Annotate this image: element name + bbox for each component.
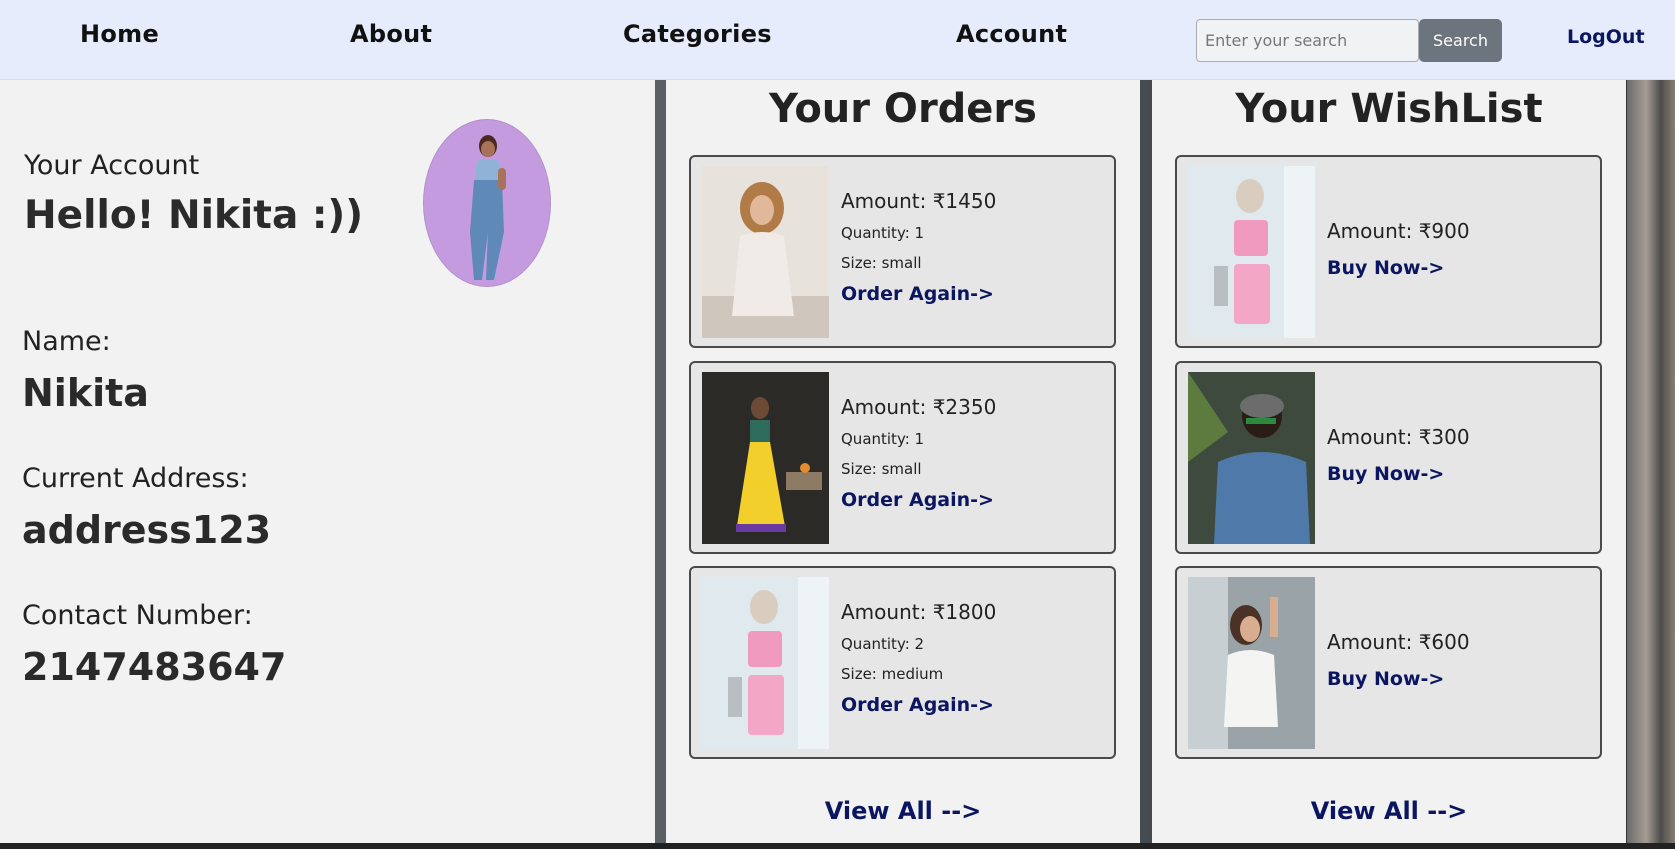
- order-size: Size: small: [841, 460, 922, 478]
- order-amount: Amount: ₹2350: [841, 395, 997, 419]
- order-product-image[interactable]: [702, 577, 829, 749]
- contact-label: Contact Number:: [22, 600, 253, 631]
- orders-panel: Your Orders Amount: ₹1450 Quantity: 1 Si…: [666, 80, 1140, 844]
- order-product-image[interactable]: [702, 166, 829, 338]
- wishlist-amount: Amount: ₹300: [1327, 425, 1470, 449]
- wishlist-card: Amount: ₹300 Buy Now->: [1175, 361, 1602, 554]
- order-quantity: Quantity: 1: [841, 224, 925, 242]
- navbar: Home About Categories Account Search Log…: [0, 0, 1675, 80]
- account-greeting: Hello! Nikita :)): [24, 193, 364, 238]
- order-size: Size: medium: [841, 665, 944, 683]
- wishlist-title: Your WishList: [1235, 86, 1543, 132]
- wishlist-product-image[interactable]: [1188, 372, 1315, 544]
- contact-value: 2147483647: [22, 645, 287, 689]
- bottom-bar: [0, 843, 1675, 849]
- nav-categories-link[interactable]: Categories: [623, 20, 772, 48]
- nav-account-link[interactable]: Account: [956, 20, 1067, 48]
- order-again-link[interactable]: Order Again->: [841, 489, 994, 511]
- account-heading: Your Account: [24, 150, 200, 181]
- order-card: Amount: ₹2350 Quantity: 1 Size: small Or…: [689, 361, 1116, 554]
- account-panel: Your Account Hello! Nikita :)) Name: Nik…: [0, 80, 655, 844]
- order-product-image[interactable]: [702, 372, 829, 544]
- wishlist-card: Amount: ₹600 Buy Now->: [1175, 566, 1602, 759]
- wishlist-card: Amount: ₹900 Buy Now->: [1175, 155, 1602, 348]
- nav-home-link[interactable]: Home: [80, 20, 159, 48]
- order-amount: Amount: ₹1450: [841, 189, 997, 213]
- order-card: Amount: ₹1450 Quantity: 1 Size: small Or…: [689, 155, 1116, 348]
- wishlist-panel: Your WishList Amount: ₹900 Buy Now-> Amo…: [1152, 80, 1626, 844]
- name-value: Nikita: [22, 371, 149, 415]
- name-label: Name:: [22, 326, 111, 357]
- avatar-photo: [424, 120, 550, 286]
- order-again-link[interactable]: Order Again->: [841, 283, 994, 305]
- order-size: Size: small: [841, 254, 922, 272]
- buy-now-link[interactable]: Buy Now->: [1327, 257, 1444, 279]
- buy-now-link[interactable]: Buy Now->: [1327, 463, 1444, 485]
- search-input[interactable]: [1196, 19, 1419, 62]
- wishlist-product-image[interactable]: [1188, 166, 1315, 338]
- nav-about-link[interactable]: About: [350, 20, 432, 48]
- logout-link[interactable]: LogOut: [1567, 26, 1645, 48]
- address-value: address123: [22, 508, 272, 552]
- wishlist-product-image[interactable]: [1188, 577, 1315, 749]
- wishlist-amount: Amount: ₹600: [1327, 630, 1470, 654]
- wishlist-view-all-link[interactable]: View All -->: [1152, 797, 1626, 825]
- order-quantity: Quantity: 2: [841, 635, 925, 653]
- order-again-link[interactable]: Order Again->: [841, 694, 994, 716]
- orders-title: Your Orders: [769, 86, 1037, 132]
- background-image-strip: [1627, 80, 1675, 844]
- orders-view-all-link[interactable]: View All -->: [666, 797, 1140, 825]
- buy-now-link[interactable]: Buy Now->: [1327, 668, 1444, 690]
- order-quantity: Quantity: 1: [841, 430, 925, 448]
- avatar: [423, 119, 551, 287]
- wishlist-amount: Amount: ₹900: [1327, 219, 1470, 243]
- order-amount: Amount: ₹1800: [841, 600, 997, 624]
- address-label: Current Address:: [22, 463, 249, 494]
- order-card: Amount: ₹1800 Quantity: 2 Size: medium O…: [689, 566, 1116, 759]
- search-button[interactable]: Search: [1419, 19, 1502, 62]
